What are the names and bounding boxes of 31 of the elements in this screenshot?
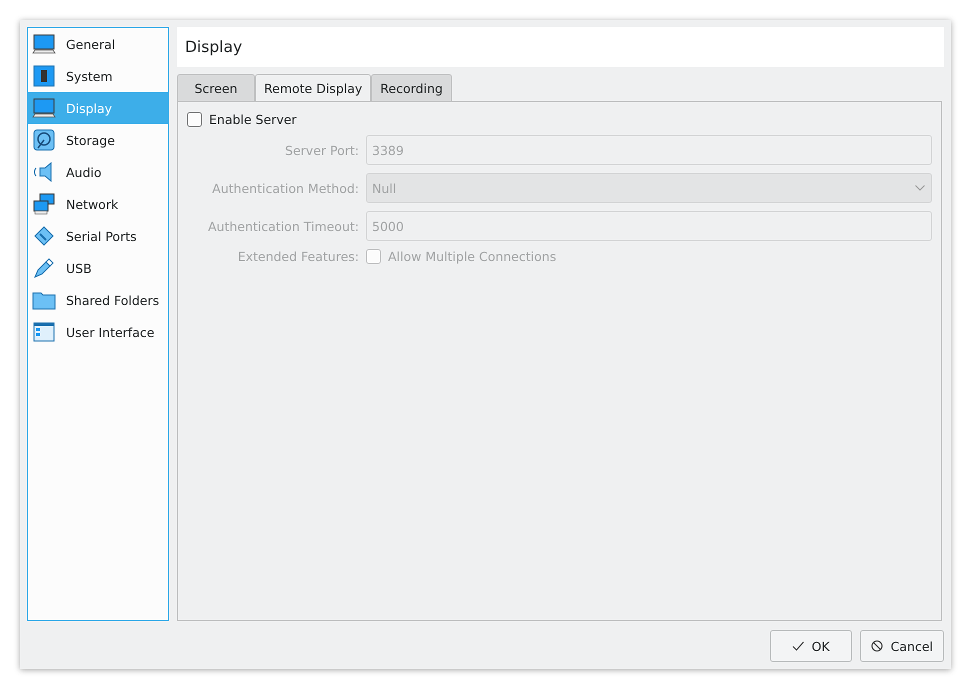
sidebar-item[interactable]: Serial Ports — [28, 220, 168, 252]
tab[interactable]: Screen — [177, 74, 255, 101]
tab[interactable]: Remote Display — [255, 74, 372, 101]
field-label: Authentication Method: — [211, 180, 359, 196]
page-title: Display — [185, 38, 242, 56]
checkbox-label: Allow Multiple Connections — [388, 249, 556, 264]
sidebar-item[interactable]: Audio — [28, 156, 168, 188]
ok-button[interactable]: OK — [770, 630, 852, 662]
monitor-icon — [32, 96, 56, 120]
checkmark-icon — [792, 640, 804, 652]
cancel-button[interactable]: Cancel — [860, 630, 944, 662]
sidebar-item[interactable]: General — [28, 28, 168, 60]
sidebar-item[interactable]: USB — [28, 252, 168, 284]
sidebar-item[interactable]: System — [28, 60, 168, 92]
sidebar-item[interactable]: User Interface — [28, 316, 168, 348]
monitor-icon — [32, 32, 56, 56]
sidebar-item[interactable]: Network — [28, 188, 168, 220]
checkbox-label: Enable Server — [209, 112, 297, 127]
monitors-icon — [32, 192, 56, 216]
field-label: Extended Features: — [236, 249, 359, 264]
field-label: Server Port: — [284, 142, 359, 158]
window-icon — [32, 320, 56, 344]
checkbox[interactable] — [187, 112, 202, 127]
cancel-icon — [870, 640, 883, 652]
chip-icon — [32, 64, 56, 88]
chevron-down-icon — [915, 185, 925, 191]
field-label: Authentication Timeout: — [206, 218, 359, 234]
sidebar-item[interactable]: Shared Folders — [28, 284, 168, 316]
sidebar-item[interactable]: Storage — [28, 124, 168, 156]
connector-icon — [32, 224, 56, 248]
tab[interactable]: Recording — [371, 74, 452, 101]
